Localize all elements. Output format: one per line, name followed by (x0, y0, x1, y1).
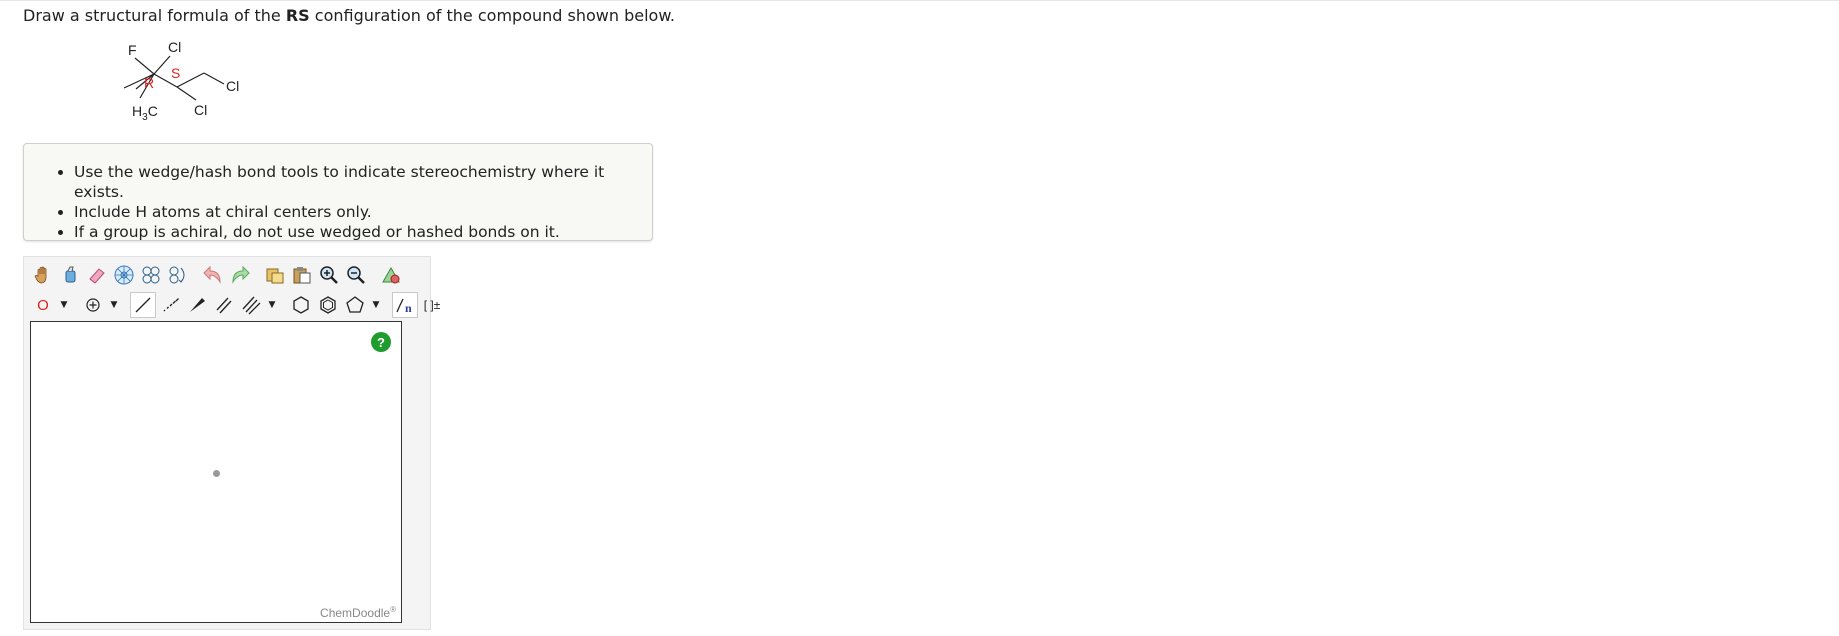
question-bold: RS (285, 6, 310, 25)
double-bond-icon[interactable] (211, 292, 237, 318)
chevron-down-icon[interactable]: ▼ (107, 292, 121, 318)
zoom-in-icon[interactable] (316, 262, 342, 288)
toolbar-row-2: O ▼ ▼ ▼ ▼ n []± (30, 291, 446, 319)
chevron-down-icon[interactable]: ▼ (265, 292, 279, 318)
stereo-label-s: S (171, 65, 180, 81)
instruction-item: Include H atoms at chiral centers only. (74, 202, 652, 222)
atom-cl-top: Cl (168, 39, 181, 55)
atom-cl-bottom: Cl (194, 102, 207, 118)
center-icon[interactable] (111, 262, 137, 288)
bond-c2-f (134, 57, 155, 75)
wedge-bond-icon[interactable] (184, 292, 210, 318)
methyl-h: H (132, 103, 142, 119)
cyclopentane-icon[interactable] (342, 292, 368, 318)
paste-icon[interactable] (289, 262, 315, 288)
benzene-icon[interactable] (315, 292, 341, 318)
help-label: ? (377, 334, 385, 350)
rotate-molecule-icon[interactable] (165, 262, 191, 288)
canvas-dot (213, 470, 220, 477)
cyclohexane-icon[interactable] (288, 292, 314, 318)
element-label: O (37, 296, 49, 314)
chevron-down-icon[interactable]: ▼ (57, 292, 71, 318)
redo-icon[interactable] (227, 262, 253, 288)
brand-registered-mark: ® (390, 605, 396, 614)
flip-molecule-icon[interactable] (138, 262, 164, 288)
single-bond-icon[interactable] (130, 292, 156, 318)
toolbar-row-1 (30, 261, 405, 289)
hand-pan-icon[interactable] (30, 262, 56, 288)
triple-bond-icon[interactable] (238, 292, 264, 318)
sgroup-repeat-icon[interactable]: n (392, 292, 418, 318)
instruction-item: Use the wedge/hash bond tools to indicat… (74, 162, 652, 202)
undo-icon[interactable] (200, 262, 226, 288)
instructions-list: Use the wedge/hash bond tools to indicat… (24, 144, 652, 242)
instruction-item: If a group is achiral, do not use wedged… (74, 222, 652, 242)
help-button[interactable]: ? (371, 332, 391, 352)
bracket-icon[interactable]: [ ]± (419, 292, 445, 318)
atom-f: F (128, 42, 137, 58)
bond-c4-cl (203, 72, 225, 85)
zoom-out-icon[interactable] (343, 262, 369, 288)
question-text: Draw a structural formula of the RS conf… (23, 6, 675, 26)
bracket-label: [ ]± (423, 298, 441, 312)
top-divider (0, 0, 1839, 1)
stereo-label-r: R (144, 75, 154, 91)
question-prefix: Draw a structural formula of the (23, 6, 286, 25)
clean-structure-icon[interactable] (378, 262, 404, 288)
bond-c3-c4 (176, 72, 205, 88)
element-selector[interactable]: O (30, 292, 56, 318)
chevron-down-icon[interactable]: ▼ (369, 292, 383, 318)
charge-plus-icon[interactable] (80, 292, 106, 318)
eraser-icon[interactable] (84, 262, 110, 288)
chemdoodle-editor: O ▼ ▼ ▼ ▼ n []± ? ChemDoodle® (23, 256, 440, 630)
chemdoodle-brand: ChemDoodle® (320, 605, 396, 620)
hashed-bond-icon[interactable] (157, 292, 183, 318)
brand-text: ChemDoodle (320, 606, 391, 620)
copy-icon[interactable] (262, 262, 288, 288)
methyl-group: H3C (132, 103, 158, 123)
drawing-canvas[interactable]: ? ChemDoodle® (30, 321, 402, 623)
bond-c2-cl (153, 55, 171, 75)
molecule-structure: F Cl Cl Cl R S H3C (123, 39, 239, 123)
lasso-select-icon[interactable] (57, 262, 83, 288)
methyl-c: C (148, 103, 158, 119)
bond-c3-cl (176, 86, 197, 101)
sgroup-n-label: n (405, 301, 412, 315)
atom-cl-right: Cl (226, 78, 239, 94)
question-suffix: configuration of the compound shown belo… (309, 6, 676, 25)
instructions-panel: Use the wedge/hash bond tools to indicat… (23, 143, 653, 241)
